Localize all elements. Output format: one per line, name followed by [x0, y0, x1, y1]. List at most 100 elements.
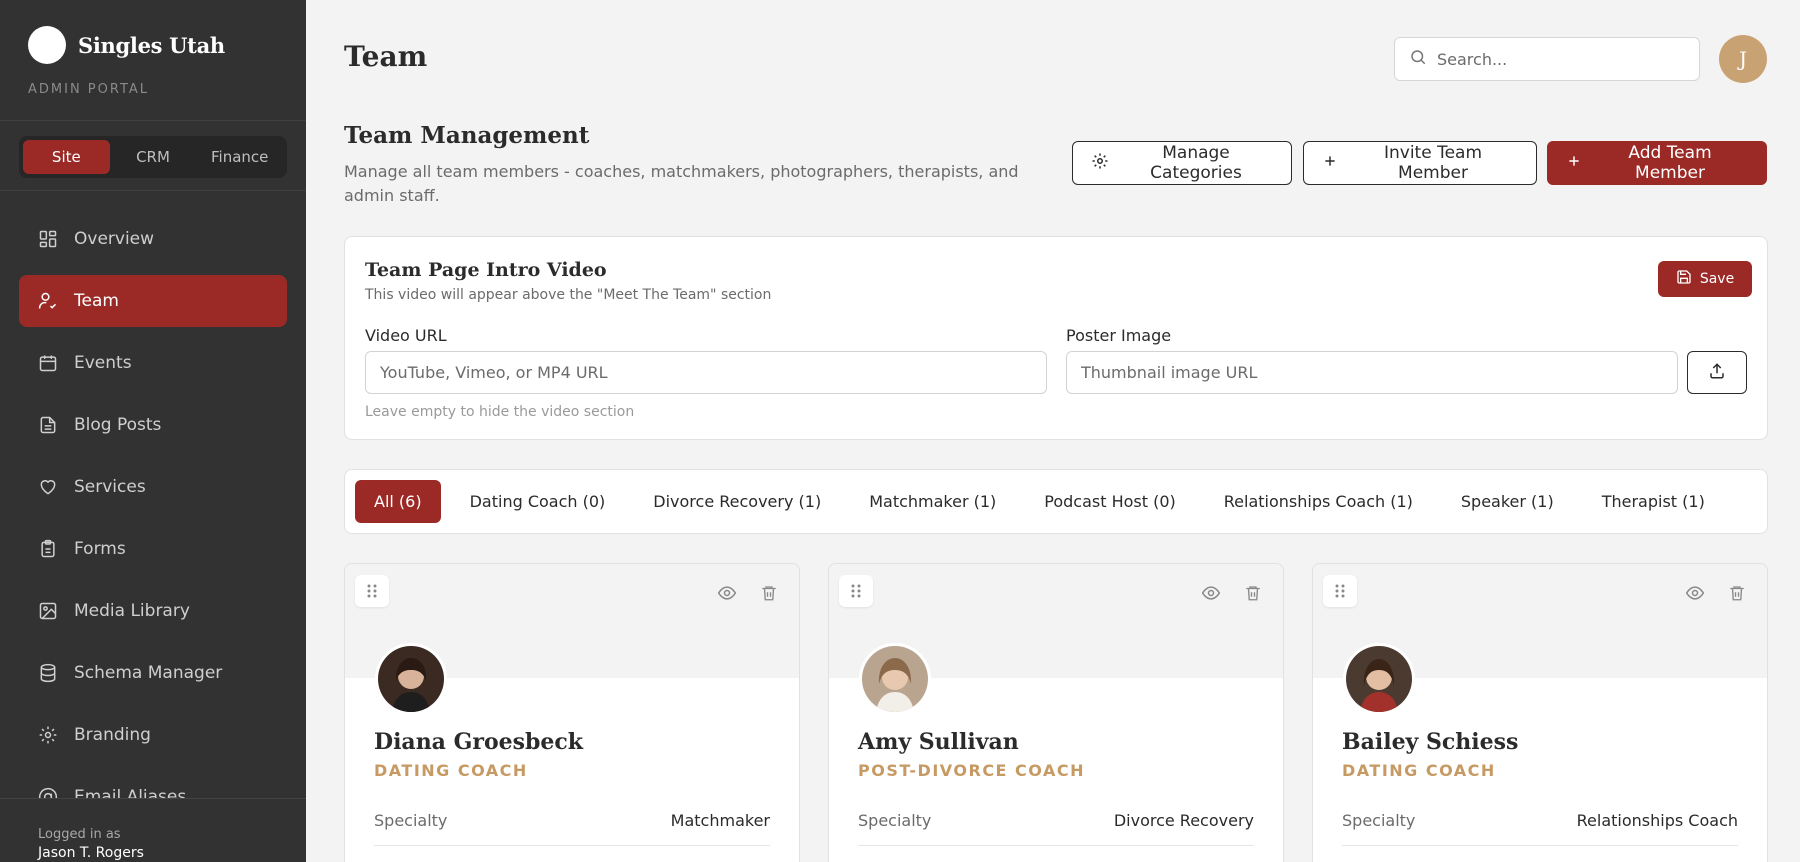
add-label: Add Team Member	[1628, 143, 1712, 183]
portal-switcher: Site CRM Finance	[19, 136, 287, 178]
poster-image-label: Poster Image	[1066, 326, 1172, 345]
switch-crm[interactable]: CRM	[110, 140, 197, 174]
video-url-input[interactable]	[365, 351, 1047, 394]
sidebar-footer: Logged in as Jason T. Rogers	[0, 798, 306, 862]
sidebar-item-forms[interactable]: Forms	[19, 523, 287, 575]
plus-icon	[1322, 153, 1338, 174]
save-label: Save	[1699, 271, 1735, 287]
specialty-label: Specialty	[374, 811, 448, 830]
switch-finance[interactable]: Finance	[196, 140, 283, 174]
page-title: Team	[344, 40, 428, 73]
user-check-icon	[38, 291, 58, 311]
category-filter-bar: All (6) Dating Coach (0) Divorce Recover…	[344, 469, 1768, 534]
specialty-label: Specialty	[1342, 811, 1416, 830]
sidebar: Singles Utah ADMIN PORTAL Site CRM Finan…	[0, 0, 306, 862]
filter-speaker[interactable]: Speaker (1)	[1442, 480, 1573, 523]
logged-in-label: Logged in as	[38, 827, 121, 842]
sidebar-nav: Overview Team Events Blog Posts Services…	[0, 191, 306, 823]
switch-site[interactable]: Site	[23, 140, 110, 174]
drag-handle-icon[interactable]	[839, 575, 873, 607]
upload-icon	[1708, 362, 1726, 383]
invite-label: Invite Team Member	[1383, 143, 1483, 183]
member-name: Bailey Schiess	[1342, 729, 1519, 755]
sidebar-item-label: Branding	[74, 725, 151, 745]
drag-handle-icon[interactable]	[1323, 575, 1357, 607]
gear-icon	[1091, 152, 1109, 175]
member-photo	[375, 643, 447, 715]
eye-icon[interactable]	[1200, 582, 1222, 604]
upload-button[interactable]	[1687, 351, 1747, 394]
intro-video-card: Team Page Intro Video This video will ap…	[344, 236, 1768, 440]
sidebar-item-events[interactable]: Events	[19, 337, 287, 389]
sidebar-item-branding[interactable]: Branding	[19, 709, 287, 761]
sidebar-item-label: Forms	[74, 539, 126, 559]
clipboard-icon	[38, 539, 58, 559]
document-icon	[38, 415, 58, 435]
sidebar-item-label: Blog Posts	[74, 415, 162, 435]
grid-icon	[38, 229, 58, 249]
brand-subtitle: ADMIN PORTAL	[28, 82, 150, 97]
plus-icon	[1566, 153, 1582, 174]
eye-icon[interactable]	[716, 582, 738, 604]
sidebar-item-media-library[interactable]: Media Library	[19, 585, 287, 637]
team-member-card: Bailey Schiess DATING COACH Specialty Re…	[1312, 563, 1768, 862]
sidebar-item-label: Overview	[74, 229, 155, 249]
team-member-card: Diana Groesbeck DATING COACH Specialty M…	[344, 563, 800, 862]
sidebar-item-blog-posts[interactable]: Blog Posts	[19, 399, 287, 451]
section-title: Team Management	[344, 122, 590, 149]
filter-divorce-recovery[interactable]: Divorce Recovery (1)	[634, 480, 840, 523]
filter-all[interactable]: All (6)	[355, 480, 441, 523]
video-card-title: Team Page Intro Video	[365, 259, 607, 281]
member-name: Diana Groesbeck	[374, 729, 584, 755]
brand-area: Singles Utah ADMIN PORTAL	[0, 0, 306, 121]
filter-podcast-host[interactable]: Podcast Host (0)	[1025, 480, 1195, 523]
avatar[interactable]: J	[1719, 35, 1767, 83]
filter-relationships-coach[interactable]: Relationships Coach (1)	[1205, 480, 1432, 523]
filter-therapist[interactable]: Therapist (1)	[1583, 480, 1724, 523]
video-url-label: Video URL	[365, 326, 447, 345]
invite-team-member-button[interactable]: Invite Team Member	[1303, 141, 1537, 185]
add-team-member-button[interactable]: Add Team Member	[1547, 141, 1767, 185]
sidebar-item-team[interactable]: Team	[19, 275, 287, 327]
member-photo	[1343, 643, 1415, 715]
sidebar-item-label: Team	[74, 291, 119, 311]
sidebar-item-label: Events	[74, 353, 132, 373]
member-role: DATING COACH	[1342, 761, 1496, 780]
gear-icon	[38, 725, 58, 745]
main-content: Team J Team Management Manage all team m…	[306, 0, 1800, 862]
section-description: Manage all team members - coaches, match…	[344, 162, 1019, 205]
logged-in-user: Jason T. Rogers	[38, 845, 144, 861]
brand-name: Singles Utah	[78, 32, 225, 58]
trash-icon[interactable]	[1726, 582, 1748, 604]
specialty-value: Relationships Coach	[1576, 811, 1738, 830]
sidebar-item-overview[interactable]: Overview	[19, 213, 287, 265]
sidebar-item-services[interactable]: Services	[19, 461, 287, 513]
team-member-card: Amy Sullivan POST-DIVORCE COACH Specialt…	[828, 563, 1284, 862]
trash-icon[interactable]	[758, 582, 780, 604]
specialty-label: Specialty	[858, 811, 932, 830]
manage-categories-label: Manage Categories	[1150, 143, 1242, 183]
calendar-icon	[38, 353, 58, 373]
sidebar-item-label: Media Library	[74, 601, 190, 621]
database-icon	[38, 663, 58, 683]
specialty-value: Matchmaker	[670, 811, 770, 830]
poster-image-input[interactable]	[1066, 351, 1678, 394]
video-card-subtitle: This video will appear above the "Meet T…	[365, 287, 772, 303]
save-button[interactable]: Save	[1658, 261, 1752, 297]
search-box	[1394, 37, 1700, 81]
sidebar-item-schema-manager[interactable]: Schema Manager	[19, 647, 287, 699]
member-name: Amy Sullivan	[858, 729, 1019, 755]
search-icon	[1409, 48, 1427, 70]
manage-categories-button[interactable]: Manage Categories	[1072, 141, 1292, 185]
member-specialty-row: Specialty Divorce Recovery	[858, 800, 1254, 846]
filter-dating-coach[interactable]: Dating Coach (0)	[451, 480, 625, 523]
heart-icon	[38, 477, 58, 497]
trash-icon[interactable]	[1242, 582, 1264, 604]
filter-matchmaker[interactable]: Matchmaker (1)	[850, 480, 1015, 523]
member-role: DATING COACH	[374, 761, 528, 780]
drag-handle-icon[interactable]	[355, 575, 389, 607]
specialty-value: Divorce Recovery	[1113, 811, 1254, 830]
member-specialty-row: Specialty Matchmaker	[374, 800, 770, 846]
search-input[interactable]	[1437, 49, 1677, 69]
eye-icon[interactable]	[1684, 582, 1706, 604]
